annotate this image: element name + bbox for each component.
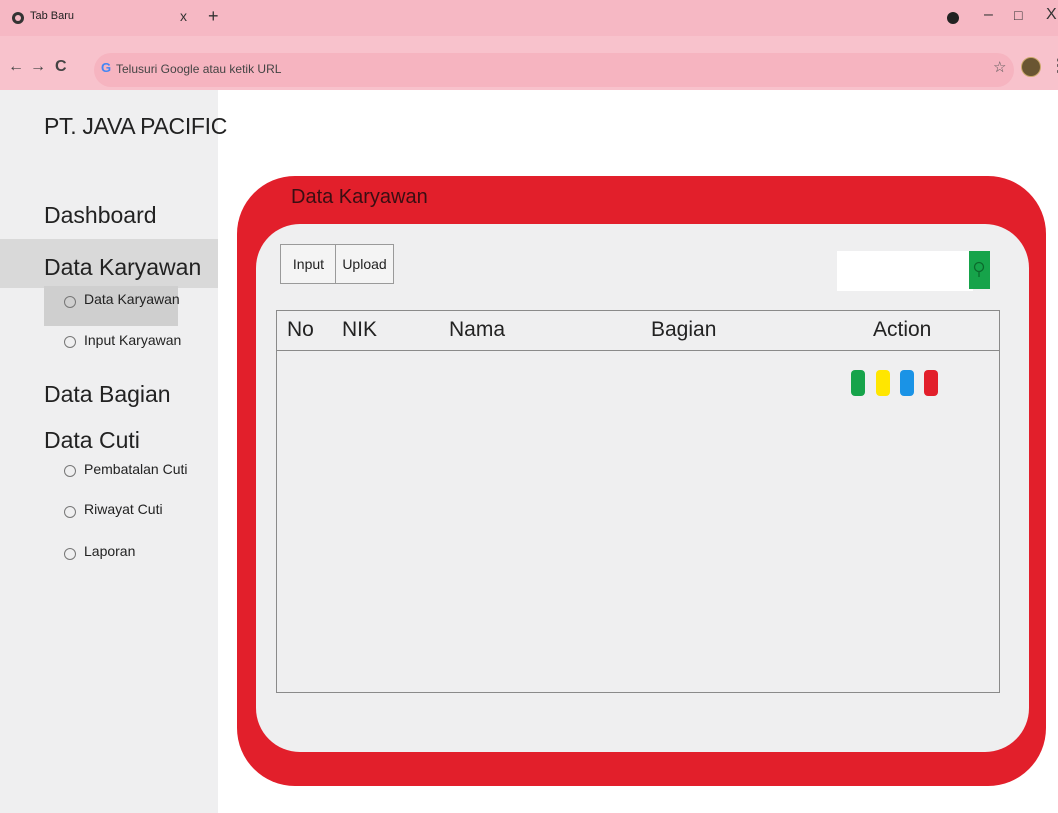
column-header-action: Action — [873, 318, 932, 341]
bookmark-star-icon[interactable]: ☆ — [993, 58, 1006, 76]
back-icon[interactable]: ← — [8, 58, 24, 76]
red-action-button[interactable] — [924, 370, 938, 396]
browser-menu-icon[interactable]: ⋮ — [1050, 56, 1058, 76]
sidebar-subitem-laporan[interactable]: Laporan — [84, 543, 135, 559]
google-icon: G — [101, 60, 112, 75]
search-input[interactable] — [837, 251, 973, 291]
radio-icon — [64, 336, 76, 348]
tab-title: Tab Baru — [30, 10, 75, 22]
maximize-button[interactable]: □ — [1014, 7, 1022, 23]
new-tab-button[interactable]: + — [208, 6, 219, 27]
table-header-divider — [276, 350, 1000, 351]
search-icon — [973, 261, 985, 277]
column-header-nama: Nama — [449, 318, 506, 341]
blue-action-button[interactable] — [900, 370, 914, 396]
chrome-favicon-icon — [12, 12, 24, 24]
employee-table — [276, 310, 1000, 693]
radio-icon — [64, 548, 76, 560]
company-name: PT. JAVA PACIFIC — [44, 113, 228, 139]
page-title: Data Karyawan — [291, 186, 428, 208]
radio-icon — [64, 296, 76, 308]
radio-icon — [64, 506, 76, 518]
sidebar-subitem-riwayat-cuti[interactable]: Riwayat Cuti — [84, 501, 163, 517]
sidebar-item-data-cuti[interactable]: Data Cuti — [44, 427, 140, 454]
input-button[interactable]: Input — [280, 244, 337, 284]
reload-icon[interactable]: C — [55, 58, 67, 76]
sidebar-item-dashboard[interactable]: Dashboard — [44, 202, 157, 229]
tab-close-icon[interactable]: x — [180, 8, 187, 24]
radio-icon — [64, 465, 76, 477]
sidebar-item-data-karyawan[interactable]: Data Karyawan — [44, 254, 201, 281]
green-action-button[interactable] — [851, 370, 865, 396]
minimize-button[interactable]: – — [984, 6, 993, 24]
column-header-no: No — [287, 318, 314, 341]
sidebar-subitem-data-karyawan[interactable]: Data Karyawan — [84, 291, 180, 307]
record-icon[interactable] — [947, 12, 959, 24]
sidebar-item-data-bagian[interactable]: Data Bagian — [44, 381, 171, 408]
upload-button[interactable]: Upload — [335, 244, 394, 284]
forward-icon[interactable]: → — [30, 58, 46, 76]
profile-avatar[interactable] — [1021, 57, 1041, 77]
sidebar-subitem-pembatalan-cuti[interactable]: Pembatalan Cuti — [84, 461, 188, 477]
sidebar-subitem-input-karyawan[interactable]: Input Karyawan — [84, 332, 181, 348]
yellow-action-button[interactable] — [876, 370, 890, 396]
close-window-button[interactable]: X — [1046, 6, 1057, 24]
column-header-bagian: Bagian — [651, 318, 717, 341]
column-header-nik: NIK — [342, 318, 378, 341]
address-bar-placeholder: Telusuri Google atau ketik URL — [116, 62, 282, 76]
